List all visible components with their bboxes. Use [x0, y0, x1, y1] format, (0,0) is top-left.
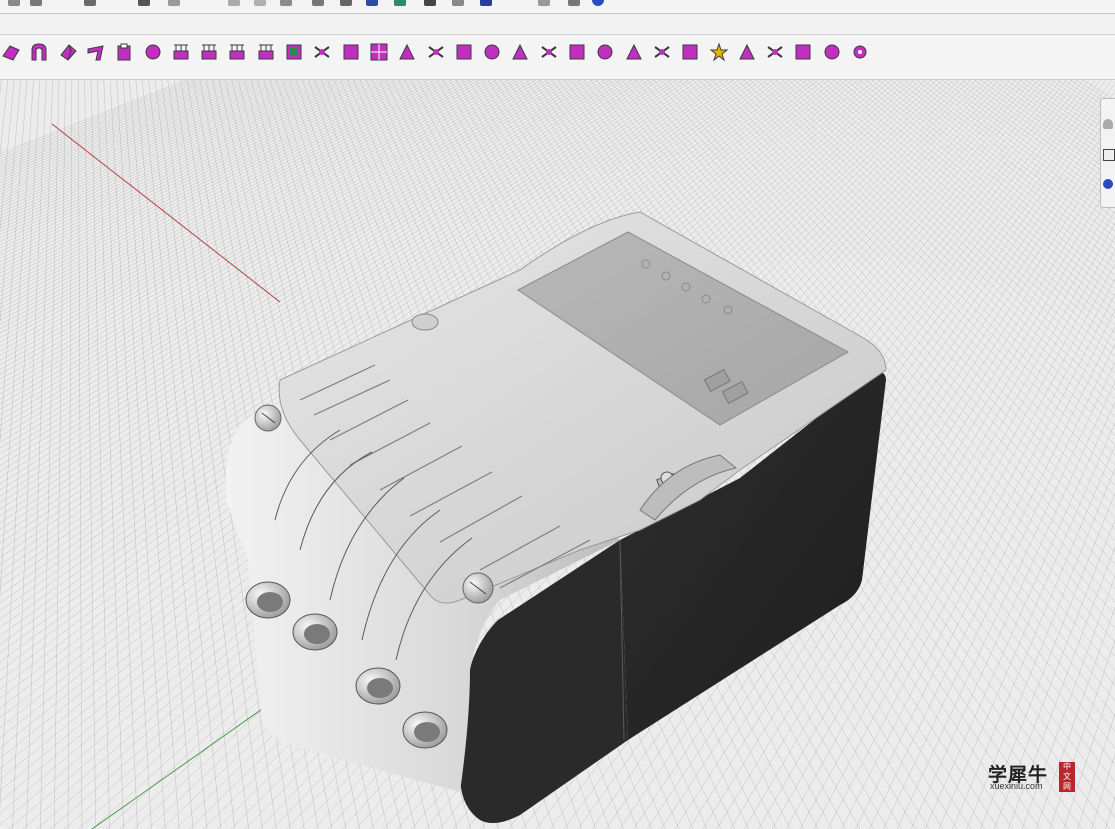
toolbar-icon[interactable]	[30, 0, 42, 6]
main-toolbar	[0, 35, 1115, 80]
toolbar-icon[interactable]	[168, 0, 180, 6]
x-axis-line	[51, 123, 281, 303]
cable-gland[interactable]	[292, 613, 338, 651]
toolbar-icon[interactable]	[424, 0, 436, 6]
explode-icon[interactable]	[594, 41, 616, 63]
viewport-canvas[interactable]	[0, 80, 1115, 829]
grid-delete-icon[interactable]	[340, 41, 362, 63]
bend-icon[interactable]	[792, 41, 814, 63]
watermark-url: xuexiniu.com	[990, 781, 1043, 791]
perspective-viewport[interactable]	[0, 80, 1115, 829]
arch-icon[interactable]	[28, 41, 50, 63]
toolbar-icon[interactable]	[138, 0, 150, 6]
split-icon[interactable]	[311, 41, 333, 63]
trim-icon[interactable]	[396, 41, 418, 63]
lamp-icon[interactable]	[1103, 119, 1113, 129]
right-side-panel	[1100, 98, 1115, 208]
rotate-icon[interactable]	[481, 41, 503, 63]
toolbar-icon[interactable]	[452, 0, 464, 6]
toolbar-icon[interactable]	[568, 0, 580, 6]
flow-icon[interactable]	[764, 41, 786, 63]
watermark-seal: 中 文 网	[1059, 762, 1075, 792]
seal-char: 网	[1063, 782, 1071, 791]
menu-band	[0, 14, 1115, 35]
top-knob[interactable]	[411, 313, 439, 331]
toolbar-icon[interactable]	[366, 0, 378, 6]
array-icon[interactable]	[226, 41, 248, 63]
fillet-icon[interactable]	[538, 41, 560, 63]
blend-surface-icon[interactable]	[142, 41, 164, 63]
branch-icon[interactable]	[679, 41, 701, 63]
array-icon[interactable]	[170, 41, 192, 63]
grid-icon[interactable]	[368, 41, 390, 63]
magnet-icon[interactable]	[1103, 179, 1113, 189]
intersect-icon[interactable]	[651, 41, 673, 63]
screw-icon[interactable]	[254, 404, 282, 432]
target-icon[interactable]	[736, 41, 758, 63]
lock-icon[interactable]	[1103, 149, 1115, 161]
surface-from-curves-icon[interactable]	[0, 41, 22, 63]
toolbar-icon[interactable]	[312, 0, 324, 6]
loft-icon[interactable]	[113, 41, 135, 63]
seal-char: 中	[1063, 762, 1071, 771]
array-icon[interactable]	[255, 41, 277, 63]
cable-gland[interactable]	[245, 581, 291, 619]
gear-icon[interactable]	[849, 41, 871, 63]
twist-icon[interactable]	[821, 41, 843, 63]
check-box-icon[interactable]	[283, 41, 305, 63]
offset-icon[interactable]	[425, 41, 447, 63]
toolbar-icon[interactable]	[8, 0, 20, 6]
seal-char: 文	[1063, 772, 1071, 781]
toolbar-icon[interactable]	[340, 0, 352, 6]
toolbar-icon[interactable]	[84, 0, 96, 6]
toolbar-icon[interactable]	[228, 0, 240, 6]
screw-icon[interactable]	[462, 572, 494, 604]
extrude-icon[interactable]	[57, 41, 79, 63]
site-watermark: 学犀牛 xuexiniu.com 中 文 网	[988, 760, 1078, 794]
top-toolbar	[0, 0, 1115, 14]
help-icon[interactable]	[592, 0, 604, 6]
toolbar-icon[interactable]	[394, 0, 406, 6]
toolbar-icon[interactable]	[254, 0, 266, 6]
star-icon[interactable]	[708, 41, 730, 63]
cable-gland[interactable]	[355, 667, 401, 705]
solid-icon[interactable]	[623, 41, 645, 63]
toolbar-icon[interactable]	[538, 0, 550, 6]
cable-gland[interactable]	[402, 711, 448, 749]
toolbar-icon[interactable]	[480, 0, 492, 6]
toolbar-icon[interactable]	[280, 0, 292, 6]
sweep-icon[interactable]	[85, 41, 107, 63]
patch-icon[interactable]	[566, 41, 588, 63]
offset-icon[interactable]	[453, 41, 475, 63]
array-icon[interactable]	[198, 41, 220, 63]
extend-icon[interactable]	[509, 41, 531, 63]
